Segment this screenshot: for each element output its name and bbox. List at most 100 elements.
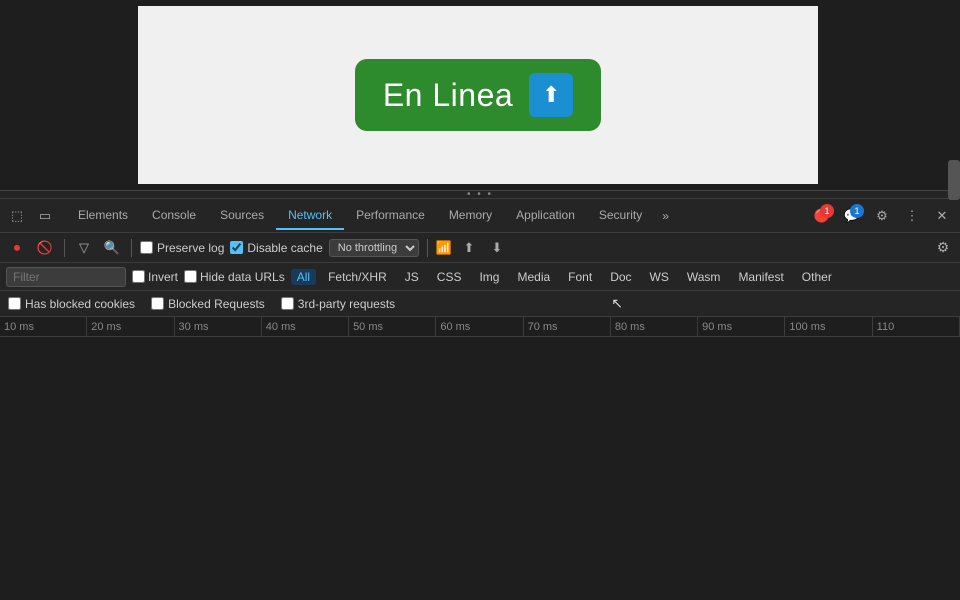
more-options-button[interactable]: ⋮ <box>898 202 926 230</box>
filter-type-all[interactable]: All <box>291 269 316 285</box>
cursor-icon: ⬚ <box>11 208 23 224</box>
third-party-checkbox[interactable] <box>281 297 294 310</box>
separator-1 <box>64 239 65 257</box>
preserve-log-text: Preserve log <box>157 241 224 255</box>
filter-type-font[interactable]: Font <box>562 269 598 285</box>
filter-type-manifest[interactable]: Manifest <box>732 269 789 285</box>
tab-sources[interactable]: Sources <box>208 202 276 230</box>
error-badge-button[interactable]: 🔴 1 <box>808 202 836 230</box>
ruler-tick-20: 20 ms <box>87 317 174 336</box>
tab-console[interactable]: Console <box>140 202 208 230</box>
filter-button[interactable]: ▽ <box>73 237 95 259</box>
hide-data-urls-checkbox[interactable] <box>184 270 197 283</box>
tab-network[interactable]: Network <box>276 202 344 230</box>
gear-icon: ⚙ <box>876 208 888 224</box>
hide-data-urls-label[interactable]: Hide data URLs <box>184 270 285 284</box>
upload-icon: ⬆ <box>463 240 474 256</box>
cursor-icon: ↖ <box>611 295 623 311</box>
filter-type-fetch-xhr[interactable]: Fetch/XHR <box>322 269 393 285</box>
throttle-select[interactable]: No throttling Fast 3G Slow 3G Offline <box>329 239 419 257</box>
devtools-actions: 🔴 1 💬 1 ⚙ ⋮ ✕ <box>808 202 956 230</box>
filter-type-other[interactable]: Other <box>796 269 838 285</box>
disable-cache-text: Disable cache <box>247 241 322 255</box>
filter-type-doc[interactable]: Doc <box>604 269 637 285</box>
record-button[interactable]: ⏺ <box>6 237 28 259</box>
filter-input[interactable] <box>6 267 126 287</box>
separator-3 <box>427 239 428 257</box>
devtools-filter-row: Invert Hide data URLs All Fetch/XHR JS C… <box>0 263 960 291</box>
network-settings-button[interactable]: ⚙ <box>932 237 954 259</box>
ruler-tick-10: 10 ms <box>0 317 87 336</box>
timeline-area: 10 ms 20 ms 30 ms 40 ms 50 ms 60 ms 70 m… <box>0 317 960 600</box>
tab-elements[interactable]: Elements <box>66 202 140 230</box>
disable-cache-checkbox[interactable] <box>230 241 243 254</box>
has-blocked-cookies-text: Has blocked cookies <box>25 297 135 311</box>
ruler-tick-30: 30 ms <box>175 317 262 336</box>
close-icon: ✕ <box>937 208 948 224</box>
upload-icon-box: ⬆ <box>529 73 573 117</box>
search-icon: 🔍 <box>104 240 120 256</box>
en-linea-button[interactable]: En Linea ⬆ <box>355 59 601 131</box>
filter-type-ws[interactable]: WS <box>644 269 675 285</box>
settings-button[interactable]: ⚙ <box>868 202 896 230</box>
ruler-tick-70: 70 ms <box>524 317 611 336</box>
tab-icon-group: ⬚ ▭ <box>4 203 58 229</box>
hide-data-urls-text: Hide data URLs <box>200 270 285 284</box>
download-icon: ⬇ <box>491 240 502 256</box>
resize-handle[interactable]: • • • <box>0 191 960 199</box>
export-button[interactable]: ⬇ <box>486 237 508 259</box>
blocked-requests-checkbox[interactable] <box>151 297 164 310</box>
record-icon: ⏺ <box>14 240 21 256</box>
filter-type-img[interactable]: Img <box>473 269 505 285</box>
ruler-tick-40: 40 ms <box>262 317 349 336</box>
separator-2 <box>131 239 132 257</box>
wifi-icon: 📶 <box>436 240 452 256</box>
preserve-log-label[interactable]: Preserve log <box>140 241 224 255</box>
has-blocked-cookies-label[interactable]: Has blocked cookies <box>8 297 135 311</box>
tabs-overflow-button[interactable]: » <box>654 203 677 229</box>
import-button[interactable]: ⬆ <box>458 237 480 259</box>
mouse-cursor: ↖ <box>611 295 623 312</box>
filter-type-media[interactable]: Media <box>511 269 556 285</box>
tab-memory[interactable]: Memory <box>437 202 504 230</box>
close-devtools-button[interactable]: ✕ <box>928 202 956 230</box>
tab-performance[interactable]: Performance <box>344 202 437 230</box>
preserve-log-checkbox[interactable] <box>140 241 153 254</box>
filter-type-js[interactable]: JS <box>399 269 425 285</box>
error-count-badge: 1 <box>820 204 834 218</box>
upload-icon: ⬆ <box>542 84 560 106</box>
scrollbar-handle[interactable] <box>948 160 960 200</box>
clear-icon: 🚫 <box>37 240 53 256</box>
message-badge-button[interactable]: 💬 1 <box>838 202 866 230</box>
third-party-text: 3rd-party requests <box>298 297 395 311</box>
invert-label[interactable]: Invert <box>132 270 178 284</box>
ruler-tick-100: 100 ms <box>785 317 872 336</box>
timeline-ruler: 10 ms 20 ms 30 ms 40 ms 50 ms 60 ms 70 m… <box>0 317 960 337</box>
filter-type-css[interactable]: CSS <box>431 269 468 285</box>
ruler-tick-110: 110 <box>873 317 960 336</box>
en-linea-text: En Linea <box>383 77 513 114</box>
search-button[interactable]: 🔍 <box>101 237 123 259</box>
disable-cache-label[interactable]: Disable cache <box>230 241 322 255</box>
message-count-badge: 1 <box>850 204 864 218</box>
device-icon: ▭ <box>39 208 51 224</box>
blocked-requests-label[interactable]: Blocked Requests <box>151 297 265 311</box>
ruler-tick-50: 50 ms <box>349 317 436 336</box>
tab-security[interactable]: Security <box>587 202 654 230</box>
devtools-tabs: ⬚ ▭ Elements Console Sources Network Per… <box>0 199 960 233</box>
blocked-requests-text: Blocked Requests <box>168 297 265 311</box>
device-mode-button[interactable]: ▭ <box>32 203 58 229</box>
third-party-label[interactable]: 3rd-party requests <box>281 297 395 311</box>
filter-type-wasm[interactable]: Wasm <box>681 269 727 285</box>
ellipsis-icon: ⋮ <box>906 208 919 224</box>
settings-icon: ⚙ <box>937 239 950 256</box>
tab-application[interactable]: Application <box>504 202 587 230</box>
has-blocked-cookies-checkbox[interactable] <box>8 297 21 310</box>
devtools-panel: • • • ⬚ ▭ Elements Console Sources Netwo… <box>0 190 960 600</box>
ruler-tick-80: 80 ms <box>611 317 698 336</box>
invert-checkbox[interactable] <box>132 270 145 283</box>
clear-button[interactable]: 🚫 <box>34 237 56 259</box>
inspect-icon-button[interactable]: ⬚ <box>4 203 30 229</box>
ruler-tick-90: 90 ms <box>698 317 785 336</box>
invert-text: Invert <box>148 270 178 284</box>
